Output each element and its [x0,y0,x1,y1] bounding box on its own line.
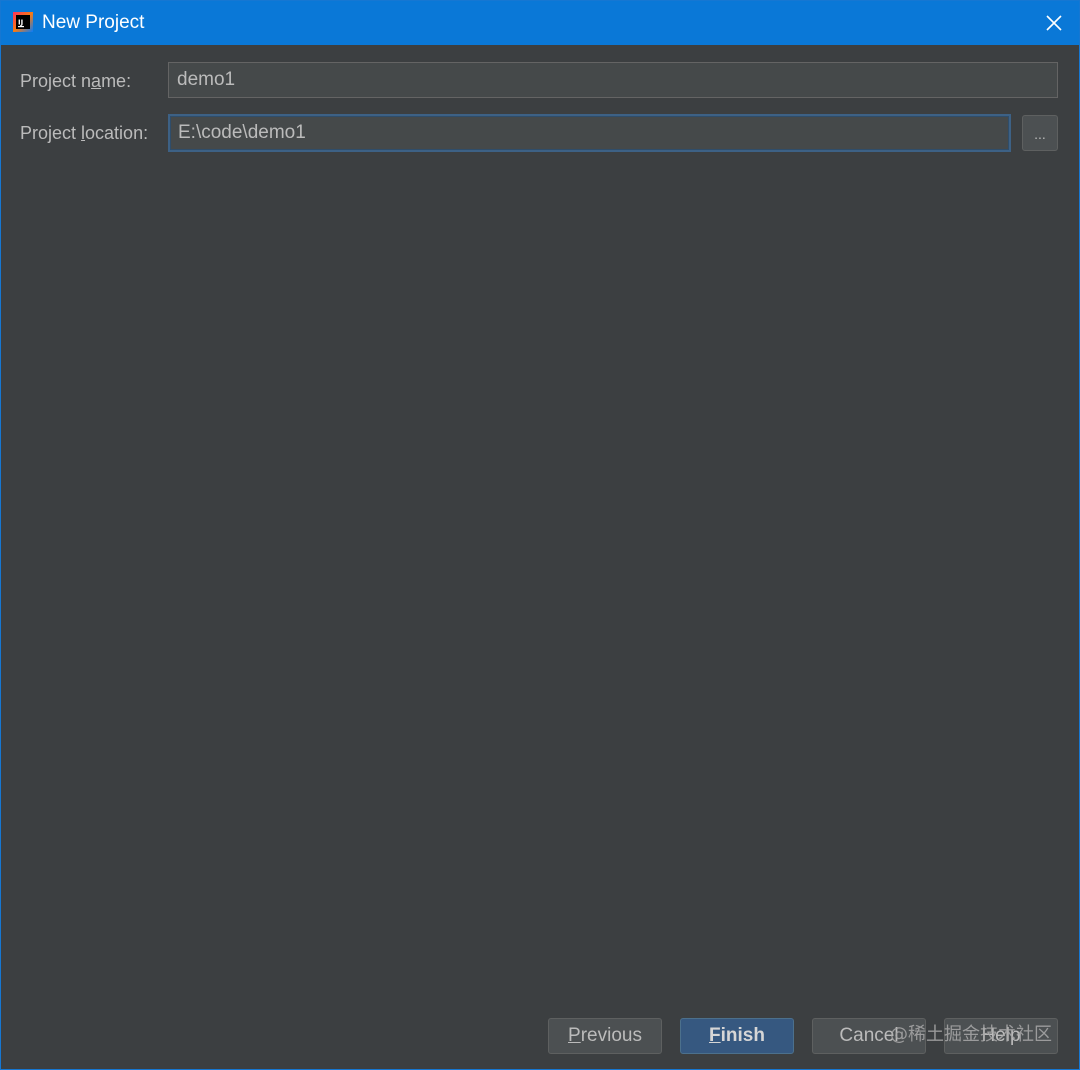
title-bar: IJ New Project [1,1,1079,45]
window-title: New Project [42,12,145,33]
svg-text:IJ: IJ [18,19,23,27]
help-button[interactable]: Help [944,1018,1058,1054]
previous-button[interactable]: Previous [548,1018,662,1054]
project-location-label: Project location: [20,123,149,143]
close-icon [1046,15,1062,31]
new-project-dialog: IJ New Project Project name: Project loc… [0,0,1080,1070]
project-name-label: Project name: [20,71,132,91]
cancel-button[interactable]: Cancel [812,1018,926,1054]
intellij-idea-icon: IJ [13,12,33,32]
project-location-input[interactable] [168,114,1011,152]
finish-button[interactable]: Finish [680,1018,794,1054]
close-button[interactable] [1029,1,1079,45]
project-name-input[interactable] [168,62,1058,98]
browse-location-button[interactable]: ... [1022,115,1058,151]
